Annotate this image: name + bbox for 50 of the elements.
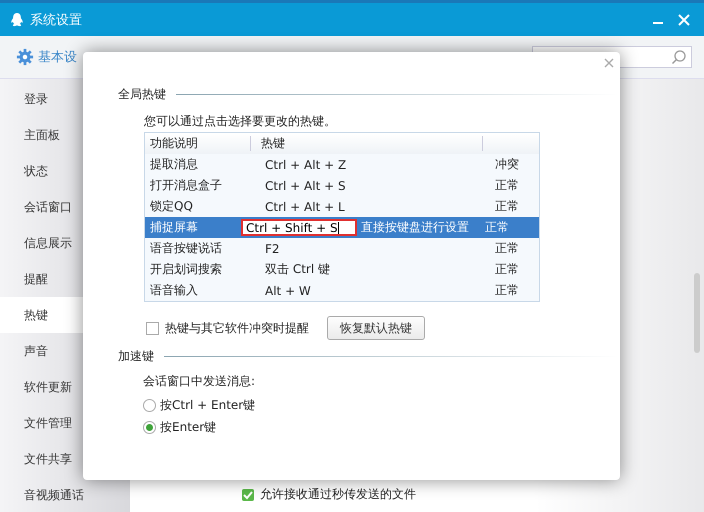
table-cell-text: 开启划词搜索 <box>149 261 223 278</box>
table-cell-text: 提取消息 <box>149 156 199 173</box>
table-row[interactable]: 提取消息 Ctrl + Alt + Z 冲突 <box>145 154 539 175</box>
hotkey-input[interactable]: Ctrl + Shift + S <box>241 219 357 236</box>
window-title: 系统设置 <box>30 12 82 28</box>
table-row[interactable]: 捕捉屏幕 Ctrl + Shift + S 直接按键盘进行设置 正常 <box>145 217 539 238</box>
table-row[interactable]: 语音按键说话 F2 正常 <box>145 238 539 259</box>
table-cell-text: 打开消息盒子 <box>149 177 223 194</box>
table-row[interactable]: 语音输入 Alt + W 正常 <box>145 280 539 301</box>
table-row[interactable]: 锁定QQ Ctrl + Alt + L 正常 <box>145 196 539 217</box>
table-row[interactable]: 开启划词搜索 双击 Ctrl 键 正常 <box>145 259 539 280</box>
checkbox-label: 热键与其它软件冲突时提醒 <box>165 320 309 336</box>
table-cell-text: 正常 <box>494 240 520 257</box>
table-cell-text: 语音输入 <box>149 282 199 299</box>
radio-button[interactable] <box>143 398 156 412</box>
penguin-icon <box>10 12 24 28</box>
table-cell-text: 正常 <box>494 198 520 215</box>
column-header[interactable]: 功能说明 <box>145 136 251 151</box>
search-icon <box>671 49 687 65</box>
table-cell-text: 冲突 <box>494 156 520 173</box>
settings-tab[interactable]: 基本设 <box>16 48 77 66</box>
table-cell-text: 正常 <box>494 177 520 194</box>
radio-label: 按Ctrl + Enter键 <box>160 396 256 414</box>
table-cell-text: 正常 <box>494 261 520 278</box>
column-header[interactable]: 热键 <box>251 136 483 151</box>
checkbox[interactable] <box>146 322 159 334</box>
table-cell: Alt + W <box>265 284 311 298</box>
table-cell: 双击 Ctrl 键 <box>265 261 330 278</box>
section-title: 全局热键 <box>118 86 166 103</box>
instruction-text: 您可以通过点击选择要更改的热键。 <box>144 113 337 130</box>
section-title: 加速键 <box>118 348 154 365</box>
table-cell-text: 正常 <box>494 282 520 299</box>
option-label: 允许接收通过秒传发送的文件 <box>260 486 416 503</box>
table-cell: Ctrl + Alt + L <box>265 200 345 214</box>
table-cell-text: 锁定QQ <box>149 198 194 215</box>
close-icon[interactable] <box>604 58 614 68</box>
table-row[interactable]: 打开消息盒子 Ctrl + Alt + S 正常 <box>145 175 539 196</box>
table-cell: Ctrl + Alt + S <box>265 178 346 192</box>
prompt-text: 会话窗口中发送消息: <box>143 373 256 390</box>
radio-label: 按Enter键 <box>160 418 216 436</box>
restore-defaults-button[interactable]: 恢复默认热键 <box>327 316 425 340</box>
scrollbar-thumb[interactable] <box>694 273 700 353</box>
table-cell-text: 正常 <box>484 219 510 236</box>
radio-button[interactable] <box>143 420 156 434</box>
table-cell: F2 <box>265 242 280 256</box>
checkbox[interactable] <box>242 488 254 500</box>
sidebar-item[interactable]: 音视频通话 <box>0 477 130 512</box>
hint-text: 直接按键盘进行设置 <box>361 219 469 236</box>
table-cell-text: 语音按键说话 <box>149 240 223 257</box>
table-cell: Ctrl + Alt + Z <box>265 158 346 172</box>
